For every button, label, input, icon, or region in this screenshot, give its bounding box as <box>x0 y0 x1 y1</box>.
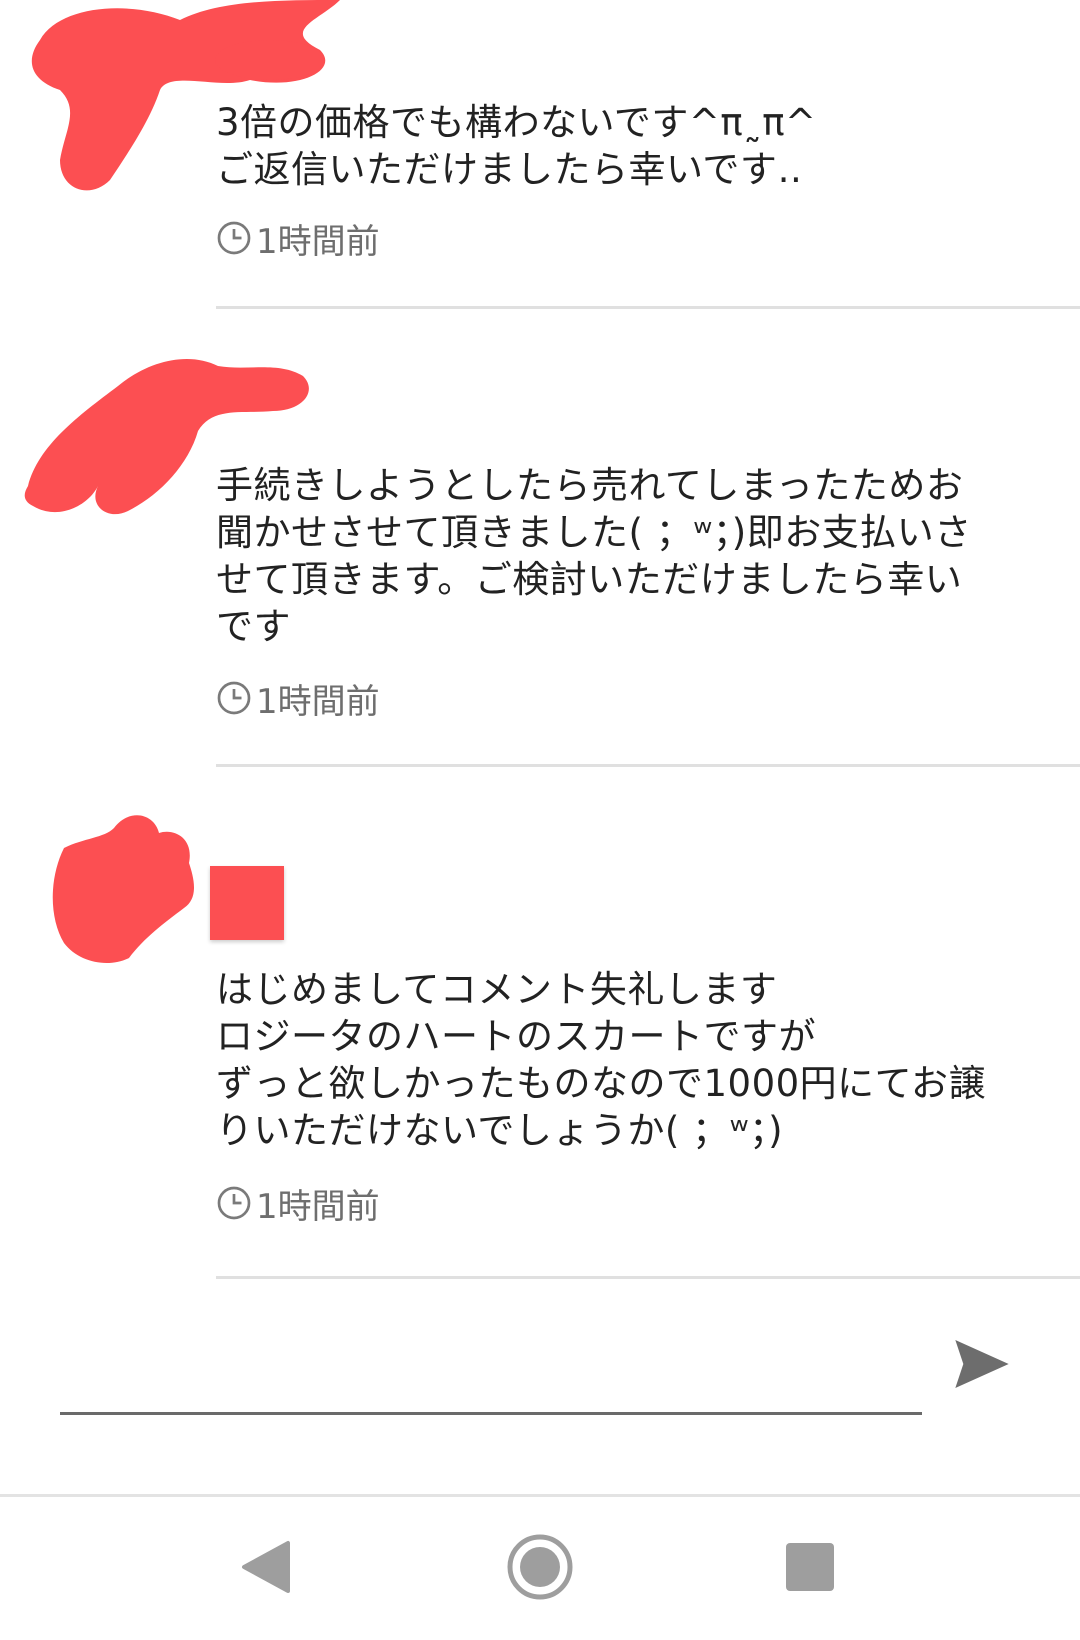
back-icon <box>242 1541 290 1593</box>
recents-button[interactable] <box>770 1527 850 1607</box>
comment-text: はじめましてコメント失礼します ロジータのハートのスカートですが ずっと欲しかっ… <box>216 968 987 1152</box>
comment-thread-screen: 3倍の価格でも構わないです^π˷π^ ご返信いただけましたら幸いです‥ 1時間前… <box>0 0 1080 1640</box>
system-nav-bar <box>0 1494 1080 1640</box>
comment-text: 3倍の価格でも構わないです^π˷π^ ご返信いただけましたら幸いです‥ <box>216 101 817 191</box>
recents-icon <box>786 1543 834 1591</box>
comment-timestamp: 1時間前 <box>216 1181 380 1227</box>
send-icon <box>955 1340 1009 1388</box>
comment-divider <box>216 764 1080 767</box>
comment-timestamp: 1時間前 <box>216 216 380 262</box>
home-button[interactable] <box>500 1527 580 1607</box>
comment-timestamp: 1時間前 <box>216 676 380 722</box>
clock-icon <box>217 681 251 715</box>
redacted-avatar <box>52 815 194 963</box>
back-button[interactable] <box>226 1527 306 1607</box>
timestamp-label: 1時間前 <box>256 1186 380 1227</box>
comment-input[interactable] <box>60 1352 922 1415</box>
redacted-label <box>210 866 284 940</box>
comment-text: 手続きしようとしたら売れてしまったためお 聞かせさせて頂きました( ；ʷ；)即お… <box>216 464 972 648</box>
clock-icon <box>217 221 251 255</box>
send-button[interactable] <box>950 1332 1014 1396</box>
home-icon <box>507 1534 573 1600</box>
timestamp-label: 1時間前 <box>256 221 380 262</box>
comment-divider <box>216 1276 1080 1279</box>
timestamp-label: 1時間前 <box>256 681 380 722</box>
comment-divider <box>216 306 1080 309</box>
clock-icon <box>217 1186 251 1220</box>
reply-bar <box>0 1300 1080 1430</box>
